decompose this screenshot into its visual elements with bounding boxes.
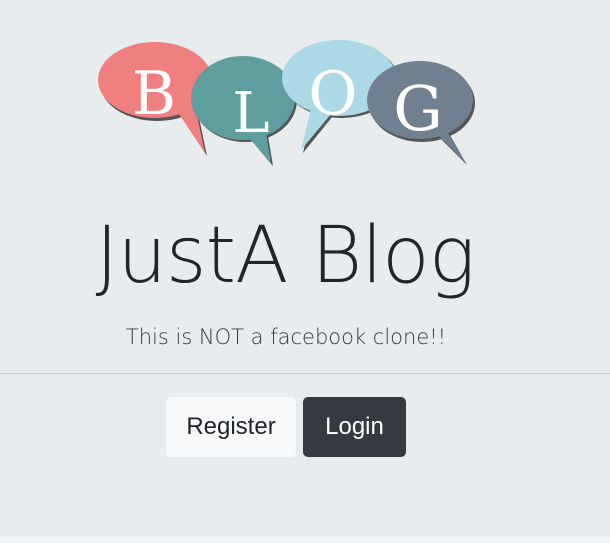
logo-letter-b: B (132, 59, 176, 129)
page-subtitle: This is NOT a facebook clone!! (125, 325, 447, 349)
blog-logo: B L O G (98, 40, 475, 166)
landing-page: B L O G JustA Blog This is NOT a faceboo… (0, 0, 610, 543)
register-button[interactable]: Register (166, 397, 296, 457)
auth-actions: Register Login (166, 397, 406, 457)
page-title: JustA Blog (95, 211, 475, 301)
logo-letter-l: L (232, 81, 269, 146)
divider (0, 373, 610, 374)
logo-letter-g: G (393, 72, 443, 145)
login-button[interactable]: Login (303, 397, 406, 457)
logo-letter-o: O (308, 59, 357, 129)
footer-strip (0, 537, 610, 543)
